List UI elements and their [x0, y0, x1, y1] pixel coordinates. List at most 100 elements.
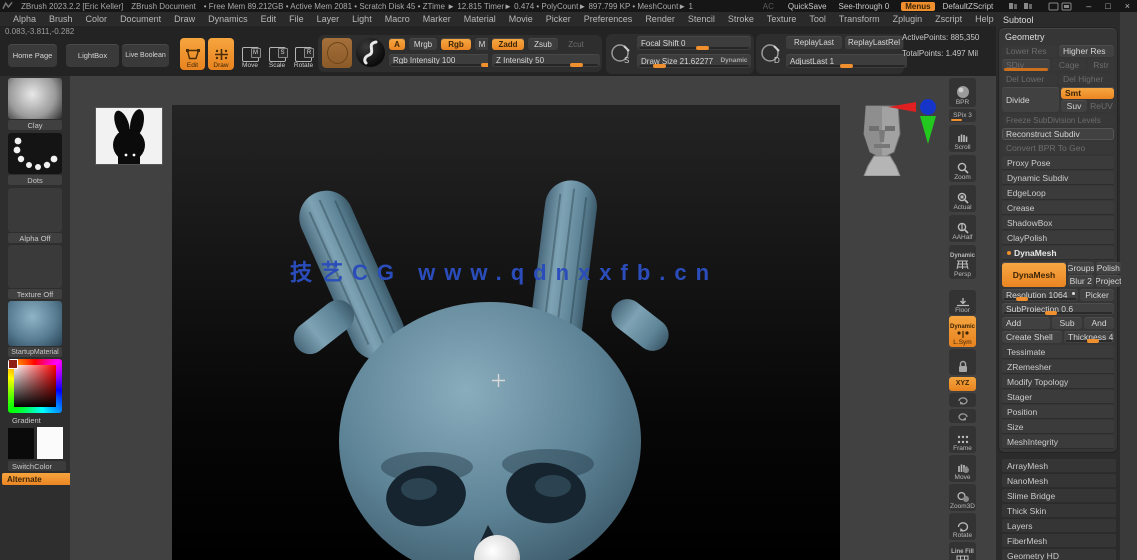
rstr-button[interactable]: Rstr — [1088, 59, 1114, 71]
alternate-button[interactable]: Alternate — [2, 473, 73, 485]
section-position[interactable]: Position — [1002, 405, 1114, 419]
m-button[interactable]: M — [475, 38, 489, 50]
replay-last-rel-button[interactable]: ReplayLastRel — [845, 36, 903, 49]
replay-last-button[interactable]: ReplayLast — [786, 36, 842, 49]
section-zremesher[interactable]: ZRemesher — [1002, 360, 1114, 374]
home-page-button[interactable]: Home Page — [8, 44, 57, 67]
color-picker[interactable] — [8, 359, 62, 413]
stroke-thumbnail-dots[interactable] — [8, 133, 62, 174]
geometry-header[interactable]: Geometry — [1002, 31, 1114, 45]
material-thumbnail[interactable] — [8, 301, 62, 346]
menu-render[interactable]: Render — [645, 14, 675, 24]
window-config-icons[interactable] — [1048, 2, 1074, 11]
curve-mode-icon[interactable]: D — [759, 42, 783, 66]
subtool-header[interactable]: Subtool — [996, 12, 1120, 27]
sub-button[interactable]: Sub — [1052, 317, 1082, 329]
section-stager[interactable]: Stager — [1002, 390, 1114, 404]
menu-layer[interactable]: Layer — [317, 14, 340, 24]
section-meshintegrity[interactable]: MeshIntegrity — [1002, 435, 1114, 449]
menu-help[interactable]: Help — [975, 14, 994, 24]
higher-res-button[interactable]: Higher Res — [1059, 45, 1114, 57]
scale-button[interactable]: S Scale — [265, 38, 289, 70]
section-crease[interactable]: Crease — [1002, 201, 1114, 215]
menu-file[interactable]: File — [289, 14, 304, 24]
palette-arraymesh[interactable]: ArrayMesh — [1002, 459, 1116, 473]
zcut-button[interactable]: Zcut — [562, 38, 590, 50]
blur-slider[interactable]: Blur 2 — [1068, 275, 1094, 287]
menu-dynamics[interactable]: Dynamics — [208, 14, 248, 24]
reuv-button[interactable]: ReUV — [1089, 100, 1114, 112]
picker-button[interactable]: Picker — [1080, 289, 1114, 301]
menu-light[interactable]: Light — [352, 14, 372, 24]
menu-stencil[interactable]: Stencil — [688, 14, 715, 24]
switch-color-label[interactable]: SwitchColor — [8, 461, 66, 471]
menu-color[interactable]: Color — [86, 14, 108, 24]
menu-zscript[interactable]: Zscript — [935, 14, 962, 24]
menu-movie[interactable]: Movie — [509, 14, 533, 24]
section-dynamesh[interactable]: DynaMesh — [1002, 246, 1114, 260]
see-through-slider[interactable]: See-through 0 — [839, 2, 890, 11]
edit-button[interactable]: Edit — [180, 38, 205, 70]
current-tool-thumbnail[interactable] — [95, 107, 163, 165]
freeze-subdivision-button[interactable]: Freeze SubDivision Levels — [1002, 114, 1114, 126]
document-canvas[interactable]: 技艺CG www.qdnxxfb.cn — [172, 105, 840, 560]
menu-picker[interactable]: Picker — [546, 14, 571, 24]
groups-button[interactable]: Groups — [1068, 262, 1094, 274]
convert-bpr-button[interactable]: Convert BPR To Geo — [1002, 142, 1114, 154]
zadd-button[interactable]: Zadd — [492, 38, 524, 50]
move-canvas-button[interactable]: Move — [949, 455, 976, 482]
dynamesh-button[interactable]: DynaMesh — [1002, 262, 1066, 287]
zoom3d-button[interactable]: Zoom3D — [949, 484, 976, 511]
palette-thick-skin[interactable]: Thick Skin — [1002, 504, 1116, 518]
menu-draw[interactable]: Draw — [174, 14, 195, 24]
layout-toggle-icons[interactable] — [1008, 2, 1038, 10]
spix-slider[interactable]: SPix 3 — [949, 109, 976, 122]
thickness-slider[interactable]: Thickness 4 — [1064, 331, 1114, 343]
menu-texture[interactable]: Texture — [767, 14, 797, 24]
palette-nanomesh[interactable]: NanoMesh — [1002, 474, 1116, 488]
project-button[interactable]: Project — [1095, 275, 1122, 287]
divide-button[interactable]: Divide — [1002, 87, 1059, 112]
resolution-slider[interactable]: Resolution 1064 — [1002, 289, 1078, 301]
suv-button[interactable]: Suv — [1061, 100, 1087, 112]
section-proxy-pose[interactable]: Proxy Pose — [1002, 156, 1114, 170]
menu-zplugin[interactable]: Zplugin — [893, 14, 923, 24]
alpha-thumbnail[interactable] — [8, 188, 62, 232]
section-size[interactable]: Size — [1002, 420, 1114, 434]
live-boolean-button[interactable]: Live Boolean — [122, 44, 169, 67]
rotate-y-icon[interactable] — [949, 393, 976, 407]
menu-document[interactable]: Document — [120, 14, 161, 24]
bpr-button[interactable]: BPR — [949, 78, 976, 107]
brush-thumbnail-clay[interactable] — [8, 78, 62, 119]
scroll-button[interactable]: Scroll — [949, 125, 976, 152]
subprojection-slider[interactable]: SubProjection 0.6 — [1002, 303, 1114, 315]
adjust-last-slider[interactable]: AdjustLast 1 — [786, 54, 907, 68]
default-zscript-button[interactable]: DefaultZScript — [943, 2, 994, 11]
sdiv-slider[interactable]: SDiv — [1002, 59, 1050, 71]
main-color-swatch[interactable] — [8, 428, 34, 459]
palette-layers[interactable]: Layers — [1002, 519, 1116, 533]
menu-material[interactable]: Material — [464, 14, 496, 24]
menu-tool[interactable]: Tool — [809, 14, 826, 24]
alpha-chip[interactable]: A — [389, 38, 405, 50]
texture-thumbnail[interactable] — [8, 245, 62, 288]
section-claypolish[interactable]: ClayPolish — [1002, 231, 1114, 245]
dynamic-toggle[interactable]: Dynamic — [718, 55, 750, 66]
secondary-color-swatch[interactable] — [37, 427, 63, 459]
rotate3d-button[interactable]: Rotate — [949, 513, 976, 540]
add-button[interactable]: Add — [1002, 317, 1050, 329]
persp-button[interactable]: Dynamic Persp — [949, 245, 976, 279]
section-modify-topology[interactable]: Modify Topology — [1002, 375, 1114, 389]
aahalf-button[interactable]: AAHalf — [949, 215, 976, 242]
menu-brush[interactable]: Brush — [49, 14, 73, 24]
palette-slime-bridge[interactable]: Slime Bridge — [1002, 489, 1116, 503]
quicksave-button[interactable]: QuickSave — [788, 2, 827, 11]
menus-button[interactable]: Menus — [901, 1, 935, 11]
mrgb-button[interactable]: Mrgb — [409, 38, 437, 50]
minimize-button[interactable]: – — [1086, 1, 1091, 11]
smt-button[interactable]: Smt — [1061, 87, 1114, 99]
move-button[interactable]: M Move — [238, 38, 262, 70]
draw-button[interactable]: Draw — [208, 38, 234, 70]
menu-transform[interactable]: Transform — [839, 14, 880, 24]
menu-alpha[interactable]: Alpha — [13, 14, 36, 24]
